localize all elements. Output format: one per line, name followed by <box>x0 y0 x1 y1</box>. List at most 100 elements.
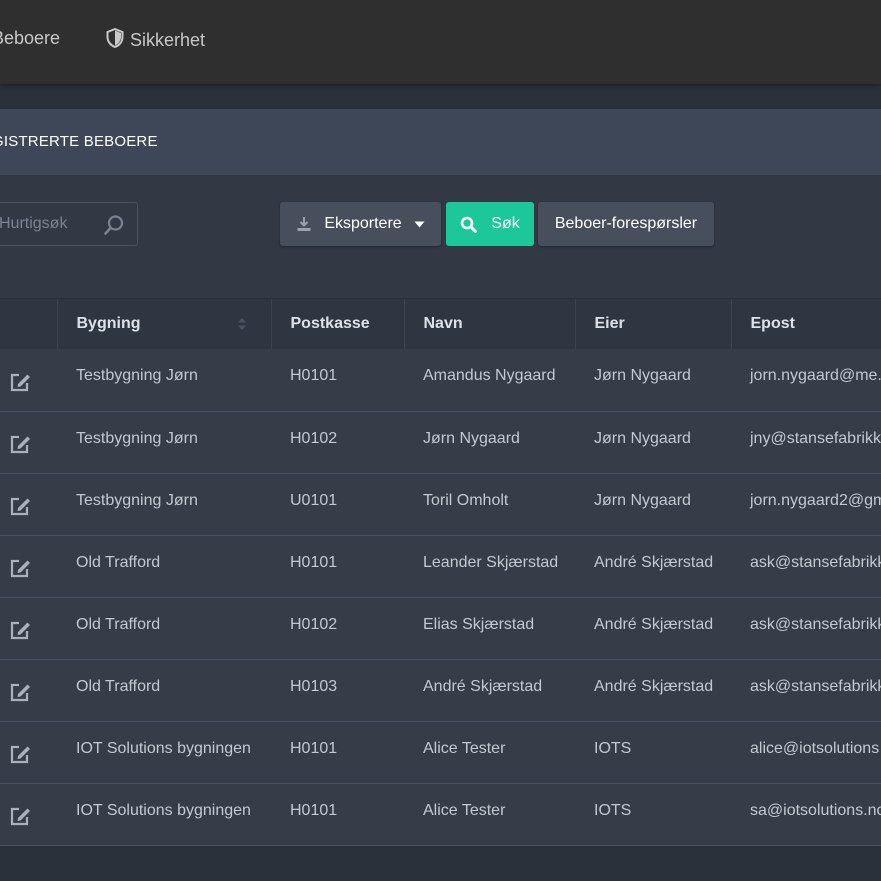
edit-icon[interactable] <box>9 557 31 579</box>
cell-building: Testbygning Jørn <box>57 473 271 536</box>
cell-mailbox: H0103 <box>271 659 404 722</box>
edit-cell <box>0 535 57 598</box>
residents-table: Bygning Postkasse Navn Eier Epost Testby… <box>0 299 881 846</box>
cell-name: Amandus Nygaard <box>404 349 575 412</box>
toolbar: Eksportere Søk Beboer-forespørsler <box>0 175 881 298</box>
cell-mailbox: H0101 <box>271 535 404 598</box>
edit-cell <box>0 349 57 412</box>
cell-mailbox: H0102 <box>271 411 404 474</box>
search-button-label: Søk <box>491 215 520 232</box>
edit-icon[interactable] <box>9 433 31 455</box>
table-row[interactable]: Testbygning Jørn U0101 Toril Omholt Jørn… <box>0 473 881 536</box>
header-email[interactable]: Epost <box>731 299 881 349</box>
header-mailbox-label: Postkasse <box>290 315 370 332</box>
cell-owner: IOTS <box>575 721 731 784</box>
header-owner[interactable]: Eier <box>575 299 732 349</box>
header-name[interactable]: Navn <box>404 299 576 349</box>
cell-email: ask@stansefabrikk <box>731 597 881 660</box>
panel-header: GISTRERTE BEBOERE <box>0 109 881 175</box>
header-name-label: Navn <box>423 315 463 332</box>
top-navbar: Beboere Sikkerhet <box>0 0 881 84</box>
edit-cell <box>0 411 57 474</box>
page-title: GISTRERTE BEBOERE <box>0 133 158 150</box>
search-icon[interactable] <box>103 214 125 236</box>
cell-email: ask@stansefabrikk <box>731 659 881 722</box>
cell-building: IOT Solutions bygningen <box>57 783 271 846</box>
edit-cell <box>0 597 57 660</box>
header-mailbox[interactable]: Postkasse <box>271 299 405 349</box>
cell-mailbox: U0101 <box>271 473 404 536</box>
header-building[interactable]: Bygning <box>57 299 272 349</box>
cell-name: Alice Tester <box>404 721 575 784</box>
cell-building: Old Trafford <box>57 535 271 598</box>
quick-search-box <box>0 202 138 246</box>
header-email-label: Epost <box>750 315 795 332</box>
cell-owner: Jørn Nygaard <box>575 473 731 536</box>
cell-email: sa@iotsolutions.no <box>731 783 881 846</box>
table-row[interactable]: Testbygning Jørn H0102 Jørn Nygaard Jørn… <box>0 411 881 474</box>
cell-name: Toril Omholt <box>404 473 575 536</box>
cell-owner: IOTS <box>575 783 731 846</box>
cell-building: IOT Solutions bygningen <box>57 721 271 784</box>
table-row[interactable]: IOT Solutions bygningen H0101 Alice Test… <box>0 783 881 846</box>
cell-mailbox: H0102 <box>271 597 404 660</box>
page-background-bottom <box>0 846 881 881</box>
table-row[interactable]: Old Trafford H0103 André Skjærstad André… <box>0 659 881 722</box>
header-edit-column <box>0 299 58 349</box>
sort-icon[interactable] <box>237 316 247 332</box>
edit-cell <box>0 473 57 536</box>
header-building-label: Bygning <box>76 315 141 332</box>
resident-requests-label: Beboer-forespørsler <box>554 215 698 232</box>
cell-email: jorn.nygaard@me. <box>731 349 881 412</box>
cell-mailbox: H0101 <box>271 783 404 846</box>
table-row[interactable]: Old Trafford H0101 Leander Skjærstad And… <box>0 535 881 598</box>
search-button[interactable]: Søk <box>446 202 534 246</box>
cell-email: jny@stansefabrikk <box>731 411 881 474</box>
nav-item-residents-label: Beboere <box>0 28 61 48</box>
nav-item-security-label: Sikkerhet <box>130 30 206 50</box>
shield-icon <box>106 27 124 53</box>
cell-email: jorn.nygaard2@gm <box>731 473 881 536</box>
cell-owner: Jørn Nygaard <box>575 349 731 412</box>
cell-owner: Jørn Nygaard <box>575 411 731 474</box>
table-row[interactable]: IOT Solutions bygningen H0101 Alice Test… <box>0 721 881 784</box>
cell-name: Alice Tester <box>404 783 575 846</box>
edit-icon[interactable] <box>9 371 31 393</box>
cell-email: alice@iotsolutions <box>731 721 881 784</box>
cell-mailbox: H0101 <box>271 721 404 784</box>
cell-name: Jørn Nygaard <box>404 411 575 474</box>
edit-icon[interactable] <box>9 743 31 765</box>
nav-item-residents[interactable]: Beboere <box>0 28 60 49</box>
cell-owner: André Skjærstad <box>575 659 731 722</box>
export-button-label: Eksportere <box>324 215 402 232</box>
resident-requests-button[interactable]: Beboer-forespørsler <box>538 202 714 246</box>
quick-search-input[interactable] <box>0 203 97 245</box>
edit-cell <box>0 721 57 784</box>
edit-icon[interactable] <box>9 495 31 517</box>
table-row[interactable]: Testbygning Jørn H0101 Amandus Nygaard J… <box>0 349 881 412</box>
edit-icon[interactable] <box>9 681 31 703</box>
cell-email: ask@stansefabrikk <box>731 535 881 598</box>
cell-building: Old Trafford <box>57 659 271 722</box>
caret-down-icon <box>414 221 425 227</box>
download-icon <box>297 217 311 231</box>
cell-owner: André Skjærstad <box>575 535 731 598</box>
header-owner-label: Eier <box>594 315 625 332</box>
cell-name: Elias Skjærstad <box>404 597 575 660</box>
edit-icon[interactable] <box>9 619 31 641</box>
cell-building: Old Trafford <box>57 597 271 660</box>
table-row[interactable]: Old Trafford H0102 Elias Skjærstad André… <box>0 597 881 660</box>
cell-name: André Skjærstad <box>404 659 575 722</box>
table-header-row: Bygning Postkasse Navn Eier Epost <box>0 299 881 349</box>
cell-name: Leander Skjærstad <box>404 535 575 598</box>
export-dropdown-button[interactable]: Eksportere <box>280 202 441 246</box>
edit-cell <box>0 659 57 722</box>
nav-item-security[interactable]: Sikkerhet <box>106 27 206 53</box>
edit-cell <box>0 783 57 846</box>
cell-building: Testbygning Jørn <box>57 349 271 412</box>
edit-icon[interactable] <box>9 805 31 827</box>
cell-owner: André Skjærstad <box>575 597 731 660</box>
cell-mailbox: H0101 <box>271 349 404 412</box>
search-icon <box>460 216 478 233</box>
residents-table-container: Bygning Postkasse Navn Eier Epost Testby… <box>0 299 881 881</box>
